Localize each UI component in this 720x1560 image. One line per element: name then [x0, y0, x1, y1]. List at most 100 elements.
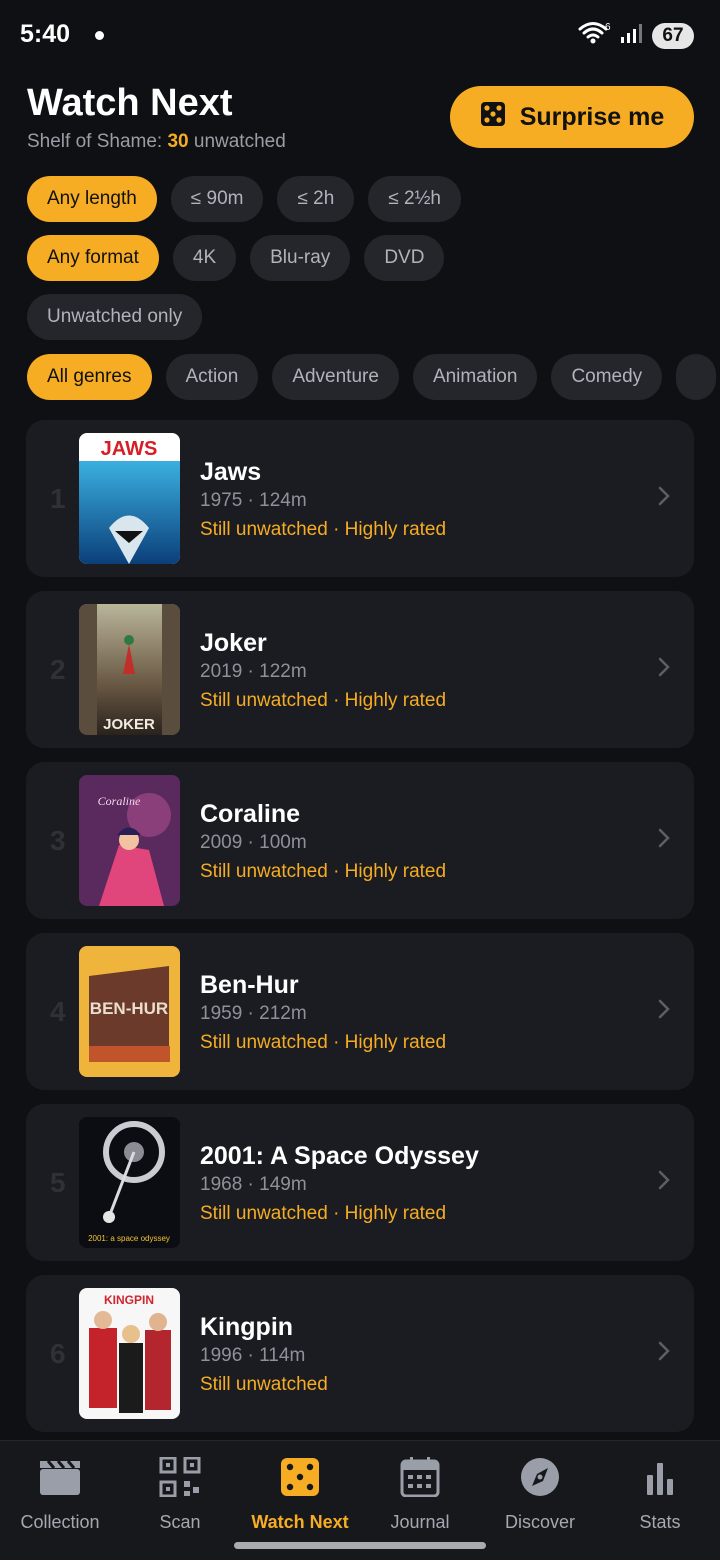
movie-title: Kingpin	[200, 1313, 294, 1341]
subtitle-prefix: Shelf of Shame:	[27, 131, 168, 152]
list-item[interactable]: 5 2001: a space odyssey 2001: A Space Od…	[26, 1104, 694, 1261]
rank-number: 1	[50, 482, 66, 514]
shelf-subtitle: Shelf of Shame: 30 unwatched	[27, 131, 286, 153]
movie-title: Coraline	[200, 800, 301, 828]
format-filter-row: Any format 4K Blu-ray DVD	[27, 235, 445, 281]
poster-image: JOKER	[79, 604, 180, 735]
nav-label: Scan	[159, 1512, 201, 1532]
movie-title: Jaws	[200, 458, 262, 486]
chip-more-genres[interactable]	[676, 354, 717, 400]
movie-title: Joker	[200, 629, 267, 657]
chip-bluray[interactable]: Blu-ray	[250, 235, 351, 281]
chevron-right-icon	[658, 657, 670, 682]
dice-icon	[278, 1457, 322, 1502]
chevron-right-icon	[658, 828, 670, 853]
gesture-handle[interactable]	[234, 1542, 486, 1549]
nav-stats[interactable]: Stats	[600, 1441, 720, 1560]
chip-any-length[interactable]: Any length	[27, 176, 157, 222]
subtitle-suffix: unwatched	[188, 131, 286, 152]
poster-title: 2001: a space odyssey	[88, 1234, 170, 1243]
movie-meta: 1968 · 149m	[200, 1174, 307, 1195]
watch-next-list: 1 JAWS Jaws 1975 · 124m Still unwatched …	[26, 420, 694, 1446]
movie-meta: 1959 · 212m	[200, 1003, 307, 1024]
movie-tags: Still unwatched	[200, 1374, 328, 1395]
chip-adventure[interactable]: Adventure	[272, 354, 399, 400]
list-item[interactable]: 3 Coraline Coraline 2009 · 100m Still un…	[26, 762, 694, 919]
movie-title: 2001: A Space Odyssey	[200, 1142, 479, 1170]
chip-all-genres[interactable]: All genres	[27, 354, 152, 400]
movie-meta: 2019 · 122m	[200, 661, 307, 682]
movie-title: Ben-Hur	[200, 971, 299, 999]
chevron-right-icon	[658, 1341, 670, 1366]
movie-tags: Still unwatched · Highly rated	[200, 1203, 447, 1224]
movie-meta: 1975 · 124m	[200, 490, 307, 511]
list-item[interactable]: 2 JOKER Joker 2019 · 122m Still unwatche…	[26, 591, 694, 748]
nav-discover[interactable]: Discover	[480, 1441, 600, 1560]
rank-number: 3	[50, 824, 66, 856]
movie-tags: Still unwatched · Highly rated	[200, 690, 447, 711]
chip-animation[interactable]: Animation	[412, 354, 538, 400]
unwatched-filter-row: Unwatched only	[27, 294, 203, 340]
nav-label: Watch Next	[251, 1512, 349, 1532]
compass-icon	[518, 1457, 562, 1502]
poster-title: KINGPIN	[104, 1293, 154, 1307]
nav-label: Collection	[20, 1512, 100, 1532]
chip-any-format[interactable]: Any format	[27, 235, 159, 281]
movie-meta: 2009 · 100m	[200, 832, 307, 853]
nav-label: Journal	[390, 1512, 450, 1532]
surprise-me-button[interactable]: Surprise me	[450, 86, 694, 148]
wifi-badge: 6	[605, 22, 611, 33]
status-icons: 6 67	[578, 20, 694, 51]
notification-dot-icon	[95, 31, 104, 40]
poster-title: BEN-HUR	[90, 999, 168, 1018]
nav-collection[interactable]: Collection	[0, 1441, 120, 1560]
genre-filter-row[interactable]: All genres Action Adventure Animation Co…	[27, 354, 720, 400]
movie-tags: Still unwatched · Highly rated	[200, 1032, 447, 1053]
rank-number: 6	[50, 1337, 66, 1369]
qr-code-icon	[158, 1456, 202, 1502]
movie-meta: 1996 · 114m	[200, 1345, 306, 1366]
movie-tags: Still unwatched · Highly rated	[200, 519, 447, 540]
poster-title: JOKER	[103, 716, 155, 733]
list-item[interactable]: 6 KINGPIN Kingpin 1996 · 114m Still unwa…	[26, 1275, 694, 1432]
poster-image: JAWS	[79, 433, 180, 564]
status-time: 5:40	[20, 20, 71, 48]
chip-2h[interactable]: ≤ 2h	[277, 176, 355, 222]
chip-dvd[interactable]: DVD	[364, 235, 445, 281]
battery-indicator: 67	[652, 22, 694, 49]
nav-label: Stats	[639, 1512, 681, 1532]
chip-4k[interactable]: 4K	[172, 235, 237, 281]
signal-icon	[620, 22, 644, 49]
page-title: Watch Next	[27, 82, 233, 124]
chip-action[interactable]: Action	[165, 354, 259, 400]
chip-comedy[interactable]: Comedy	[551, 354, 663, 400]
clapperboard-icon	[38, 1457, 82, 1502]
surprise-me-label: Surprise me	[519, 102, 665, 131]
poster-image: BEN-HUR	[79, 946, 180, 1077]
unwatched-count: 30	[167, 131, 189, 152]
chip-unwatched-only[interactable]: Unwatched only	[27, 294, 203, 340]
rank-number: 5	[50, 1166, 66, 1198]
length-filter-row: Any length ≤ 90m ≤ 2h ≤ 2½h	[27, 176, 461, 222]
list-item[interactable]: 4 BEN-HUR Ben-Hur 1959 · 212m Still unwa…	[26, 933, 694, 1090]
poster-image: 2001: a space odyssey	[79, 1117, 180, 1248]
chevron-right-icon	[658, 999, 670, 1024]
poster-image: KINGPIN	[79, 1288, 180, 1419]
nav-label: Discover	[504, 1512, 575, 1532]
wifi-icon: 6	[578, 20, 612, 51]
chevron-right-icon	[658, 1170, 670, 1195]
chevron-right-icon	[658, 486, 670, 511]
poster-title: Coraline	[98, 794, 141, 808]
dice-icon	[480, 101, 506, 134]
poster-image: Coraline	[79, 775, 180, 906]
calendar-icon	[398, 1457, 442, 1502]
bar-chart-icon	[638, 1457, 682, 1502]
rank-number: 4	[50, 995, 66, 1027]
chip-90m[interactable]: ≤ 90m	[170, 176, 264, 222]
list-item[interactable]: 1 JAWS Jaws 1975 · 124m Still unwatched …	[26, 420, 694, 577]
movie-tags: Still unwatched · Highly rated	[200, 861, 447, 882]
nav-scan[interactable]: Scan	[120, 1441, 240, 1560]
poster-title: JAWS	[101, 438, 158, 460]
chip-2-5h[interactable]: ≤ 2½h	[368, 176, 461, 222]
status-bar: 5:40 6 67	[0, 0, 720, 68]
